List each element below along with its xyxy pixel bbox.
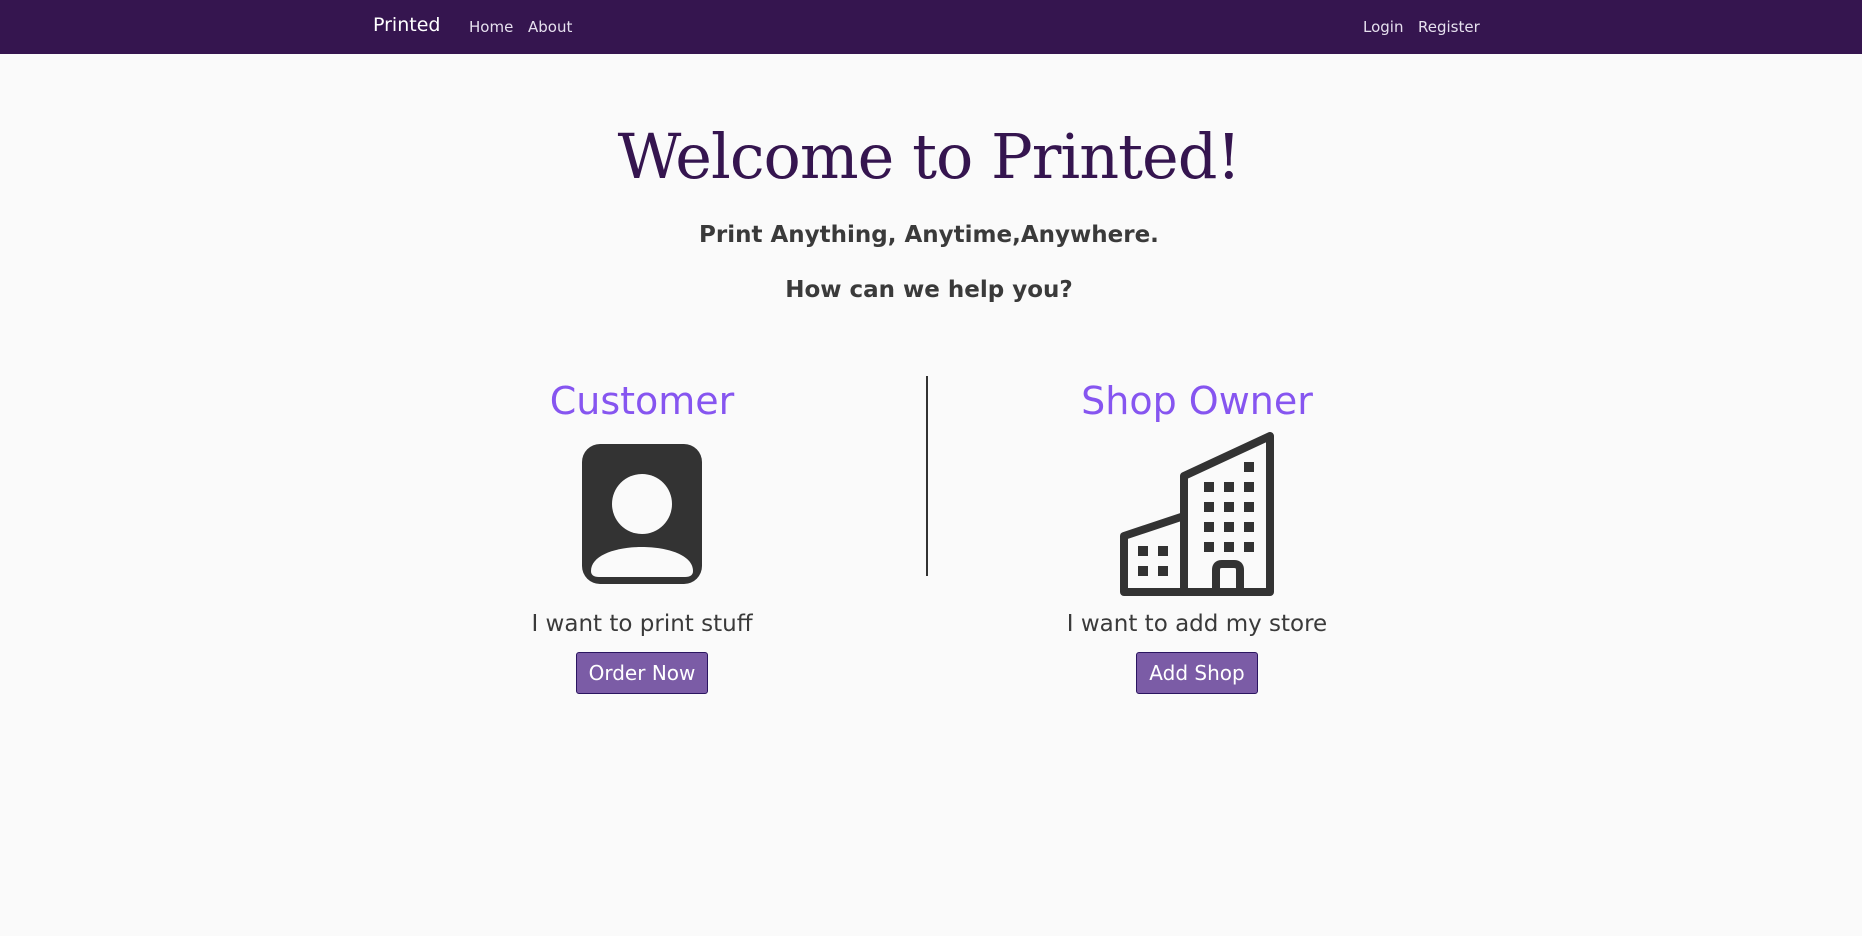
- customer-option: Customer I want to print stuff Order Now: [432, 376, 852, 694]
- add-shop-button[interactable]: Add Shop: [1136, 652, 1258, 694]
- building-icon: [1120, 432, 1274, 596]
- shop-owner-option: Shop Owner I want to add my store Add Sh…: [987, 376, 1407, 694]
- shop-owner-title: Shop Owner: [1081, 379, 1313, 423]
- nav-login-link[interactable]: Login: [1363, 18, 1403, 36]
- brand-link[interactable]: Printed: [373, 14, 440, 36]
- customer-title: Customer: [549, 379, 735, 423]
- nav-register-link[interactable]: Register: [1418, 18, 1480, 36]
- customer-description: I want to print stuff: [531, 611, 753, 637]
- nav-home-link[interactable]: Home: [469, 18, 513, 36]
- navbar: Printed Home About Login Register: [0, 0, 1862, 54]
- help-question: How can we help you?: [785, 277, 1073, 303]
- shop-owner-description: I want to add my store: [1066, 611, 1328, 637]
- order-now-button[interactable]: Order Now: [575, 652, 709, 694]
- column-divider: [926, 376, 928, 576]
- person-icon: [582, 444, 702, 584]
- nav-about-link[interactable]: About: [528, 18, 572, 36]
- tagline: Print Anything, Anytime,Anywhere.: [699, 222, 1159, 248]
- page-title: Welcome to Printed!: [617, 120, 1242, 193]
